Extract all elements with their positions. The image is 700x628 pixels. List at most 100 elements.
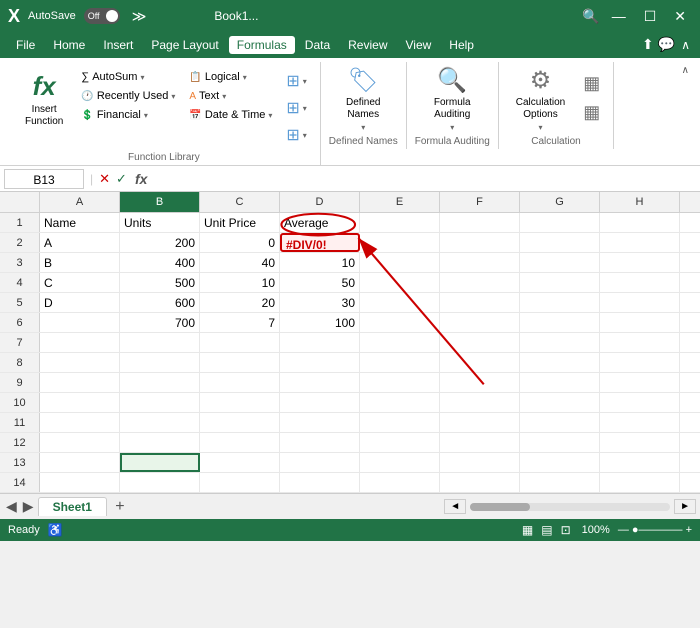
cell-e10[interactable] (360, 393, 440, 412)
close-button[interactable]: ✕ (668, 6, 692, 27)
cell-a4[interactable]: C (40, 273, 120, 292)
menu-data[interactable]: Data (297, 36, 338, 54)
cell-f8[interactable] (440, 353, 520, 372)
cell-i9[interactable] (680, 373, 700, 392)
tab-nav-left-button[interactable]: ◀ (4, 496, 19, 517)
cell-c4[interactable]: 10 (200, 273, 280, 292)
menu-review[interactable]: Review (340, 36, 395, 54)
comments-icon[interactable]: 💬 (658, 36, 675, 54)
cell-d5[interactable]: 30 (280, 293, 360, 312)
cell-i13[interactable] (680, 453, 700, 472)
cell-d12[interactable] (280, 433, 360, 452)
cell-b1[interactable]: Units (120, 213, 200, 232)
cell-g2[interactable] (520, 233, 600, 252)
cell-e5[interactable] (360, 293, 440, 312)
cell-e11[interactable] (360, 413, 440, 432)
autosave-toggle[interactable]: Off (84, 8, 120, 24)
cell-a11[interactable] (40, 413, 120, 432)
col-header-b[interactable]: B (120, 192, 200, 212)
cell-e9[interactable] (360, 373, 440, 392)
sheet1-tab[interactable]: Sheet1 (38, 497, 107, 516)
cell-a10[interactable] (40, 393, 120, 412)
autosum-button[interactable]: ∑ AutoSum ▾ (76, 68, 180, 86)
cell-d1[interactable]: Average (280, 213, 360, 232)
calc-options-dropdown-icon[interactable]: ▾ (539, 123, 543, 132)
cell-f7[interactable] (440, 333, 520, 352)
more-func-3-button[interactable]: ⊞ ▾ (281, 122, 311, 148)
cell-b6[interactable]: 700 (120, 313, 200, 332)
datetime-dropdown-icon[interactable]: ▾ (268, 111, 272, 120)
ribbon-collapse-button[interactable]: ∧ (679, 36, 692, 54)
cell-h14[interactable] (600, 473, 680, 492)
cell-a14[interactable] (40, 473, 120, 492)
cell-f12[interactable] (440, 433, 520, 452)
cell-g12[interactable] (520, 433, 600, 452)
cell-b9[interactable] (120, 373, 200, 392)
cell-e7[interactable] (360, 333, 440, 352)
more-func-2-button[interactable]: ⊞ ▾ (281, 95, 311, 121)
cell-b5[interactable]: 600 (120, 293, 200, 312)
cell-c6[interactable]: 7 (200, 313, 280, 332)
share-icon[interactable]: ⬆ (642, 36, 654, 54)
cell-f14[interactable] (440, 473, 520, 492)
col-header-f[interactable]: F (440, 192, 520, 212)
cell-a6[interactable] (40, 313, 120, 332)
cell-g11[interactable] (520, 413, 600, 432)
menu-home[interactable]: Home (45, 36, 93, 54)
scroll-right-button[interactable]: ► (674, 499, 696, 514)
cell-c2[interactable]: 0 (200, 233, 280, 252)
cell-h7[interactable] (600, 333, 680, 352)
col-header-d[interactable]: D (280, 192, 360, 212)
cell-a7[interactable] (40, 333, 120, 352)
cell-d13[interactable] (280, 453, 360, 472)
cell-i2[interactable] (680, 233, 700, 252)
cell-b3[interactable]: 400 (120, 253, 200, 272)
calculation-options-button[interactable]: ⚙ CalculationOptions ▾ (507, 66, 574, 132)
cell-b11[interactable] (120, 413, 200, 432)
menu-view[interactable]: View (398, 36, 440, 54)
horizontal-scrollbar[interactable] (470, 503, 670, 511)
cell-g9[interactable] (520, 373, 600, 392)
cell-a3[interactable]: B (40, 253, 120, 272)
cell-f9[interactable] (440, 373, 520, 392)
cell-e4[interactable] (360, 273, 440, 292)
recently-used-dropdown-icon[interactable]: ▾ (171, 92, 175, 101)
cell-d14[interactable] (280, 473, 360, 492)
scroll-left-button[interactable]: ◄ (444, 499, 466, 514)
cell-d7[interactable] (280, 333, 360, 352)
cell-c9[interactable] (200, 373, 280, 392)
col-header-h[interactable]: H (600, 192, 680, 212)
cell-i12[interactable] (680, 433, 700, 452)
cell-c5[interactable]: 20 (200, 293, 280, 312)
cell-e13[interactable] (360, 453, 440, 472)
search-icon[interactable]: 🔍 (582, 8, 599, 25)
cell-h3[interactable] (600, 253, 680, 272)
cell-h10[interactable] (600, 393, 680, 412)
cell-b7[interactable] (120, 333, 200, 352)
cell-i3[interactable] (680, 253, 700, 272)
cell-a1[interactable]: Name (40, 213, 120, 232)
cell-g8[interactable] (520, 353, 600, 372)
cell-h9[interactable] (600, 373, 680, 392)
more-func-1-dropdown[interactable]: ▾ (303, 77, 307, 86)
cell-c11[interactable] (200, 413, 280, 432)
cell-c14[interactable] (200, 473, 280, 492)
cell-b2[interactable]: 200 (120, 233, 200, 252)
logical-dropdown-icon[interactable]: ▾ (243, 73, 247, 82)
cell-f6[interactable] (440, 313, 520, 332)
cell-f11[interactable] (440, 413, 520, 432)
financial-button[interactable]: 💲 Financial ▾ (76, 106, 180, 124)
cell-i1[interactable] (680, 213, 700, 232)
cell-h8[interactable] (600, 353, 680, 372)
autosum-dropdown-icon[interactable]: ▾ (140, 73, 144, 82)
cell-b13[interactable] (120, 453, 200, 472)
cell-e1[interactable] (360, 213, 440, 232)
cell-f10[interactable] (440, 393, 520, 412)
cell-a5[interactable]: D (40, 293, 120, 312)
cell-h5[interactable] (600, 293, 680, 312)
add-sheet-button[interactable]: + (109, 496, 131, 518)
cell-c12[interactable] (200, 433, 280, 452)
cell-d4[interactable]: 50 (280, 273, 360, 292)
cell-c1[interactable]: Unit Price (200, 213, 280, 232)
menu-help[interactable]: Help (441, 36, 482, 54)
